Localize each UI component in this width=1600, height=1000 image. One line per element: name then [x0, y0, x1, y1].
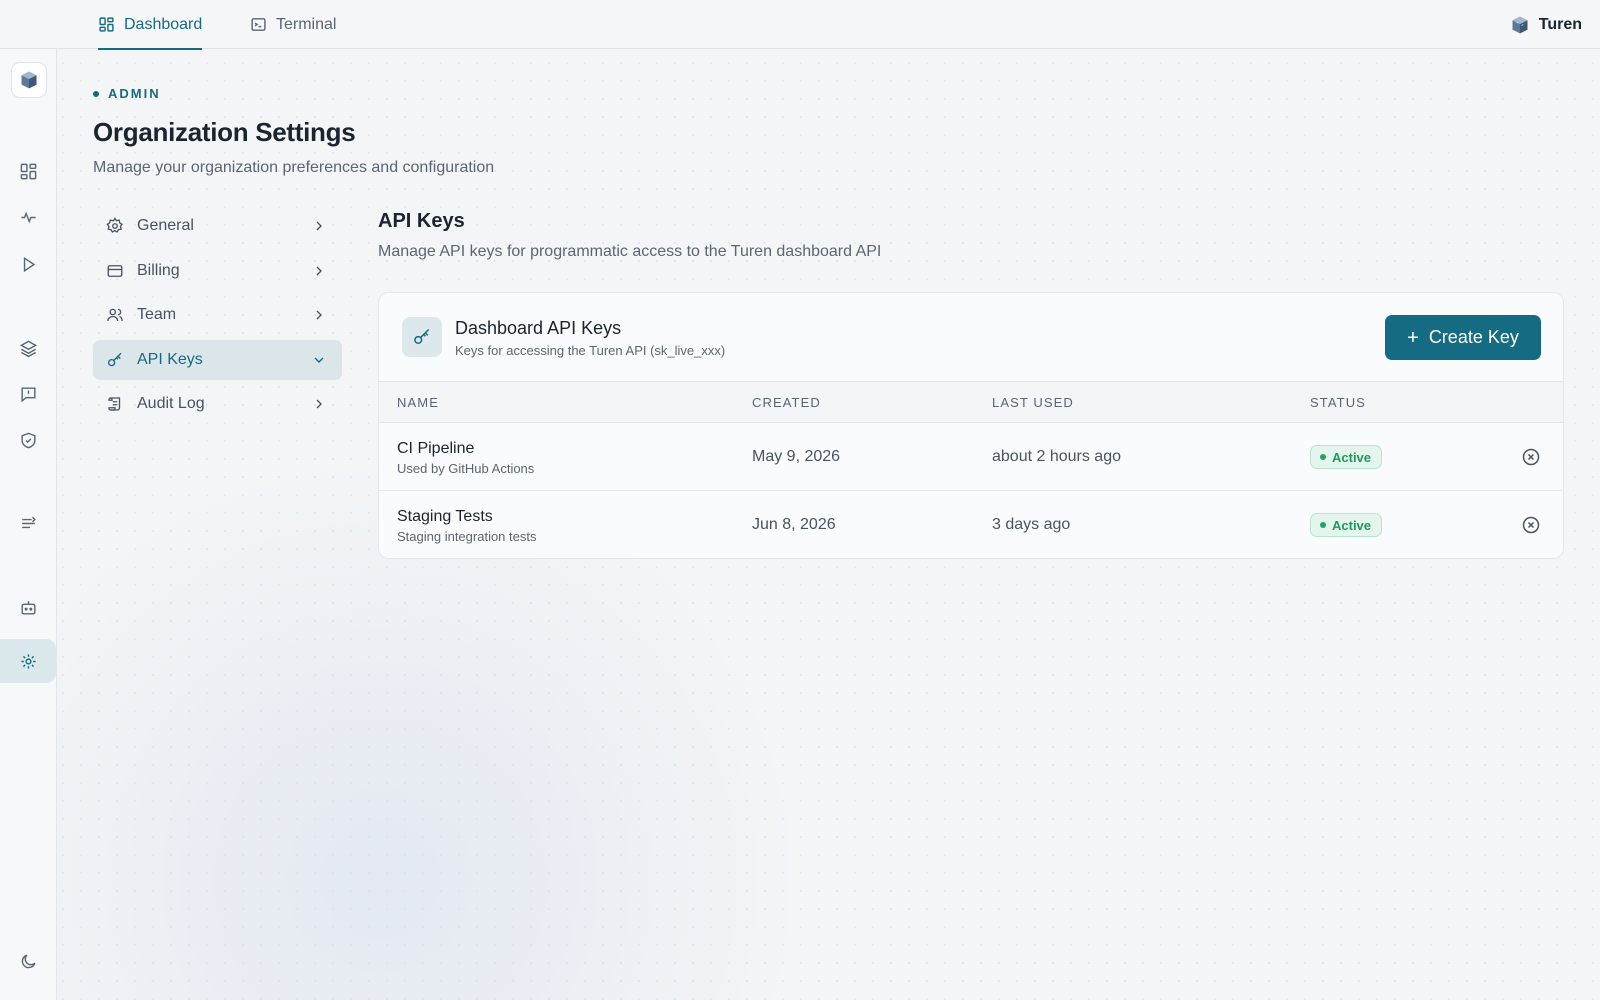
key-name: CI Pipeline: [397, 440, 475, 457]
bot-icon: [20, 600, 36, 615]
status-badge: Active: [1310, 513, 1383, 537]
settings-nav: General Billing Team API Keys Audit Log: [93, 206, 342, 429]
scroll-icon: [106, 395, 124, 413]
key-description: Used by GitHub Actions: [397, 461, 535, 476]
route-icon: [21, 516, 36, 528]
column-status: STATUS: [1310, 395, 1366, 410]
rail-security[interactable]: [0, 418, 56, 462]
cube-logo-icon: [1512, 16, 1528, 33]
shield-icon: [20, 432, 36, 448]
status-dot: [1320, 454, 1326, 460]
create-key-label: Create Key: [1428, 327, 1519, 347]
brand-name: Turen: [1538, 15, 1582, 33]
chevron-right-icon: [316, 266, 322, 275]
moon-icon: [21, 953, 36, 968]
settings-nav-billing[interactable]: Billing: [93, 251, 342, 291]
table-header: NAME CREATED LAST USED STATUS: [379, 382, 1563, 423]
rail-routing[interactable]: [0, 501, 56, 545]
play-icon: [23, 256, 35, 272]
settings-nav-audit-log[interactable]: Audit Log: [93, 384, 342, 424]
tab-label: Terminal: [276, 15, 337, 33]
eyebrow-label: ADMIN: [108, 86, 161, 101]
chevron-down-icon: [314, 357, 324, 363]
rail-dashboard[interactable]: [0, 149, 56, 193]
column-name: NAME: [397, 395, 439, 410]
card-description: Keys for accessing the Turen API (sk_liv…: [455, 343, 726, 358]
message-alert-icon: [20, 386, 36, 402]
column-last-used: LAST USED: [992, 395, 1074, 410]
key-description: Staging integration tests: [397, 529, 537, 544]
eyebrow: ADMIN: [93, 86, 161, 101]
settings-nav-label: General: [137, 217, 194, 234]
settings-nav-general[interactable]: General: [93, 206, 342, 246]
rail-activity[interactable]: [0, 195, 56, 239]
key-last-used: 3 days ago: [992, 516, 1071, 533]
revoke-x-circle-icon[interactable]: [1521, 447, 1541, 467]
terminal-icon: [251, 18, 266, 31]
settings-nav-api-keys[interactable]: API Keys: [93, 339, 342, 380]
brand[interactable]: Turen: [1510, 0, 1582, 49]
card-header: Dashboard API Keys Keys for accessing th…: [379, 293, 1563, 382]
cube-logo-icon: [21, 71, 37, 89]
create-key-button[interactable]: + Create Key: [1385, 315, 1541, 360]
table-row[interactable]: Staging Tests Staging integration tests …: [379, 491, 1563, 558]
top-bar: Dashboard Terminal Turen: [0, 0, 1600, 50]
card-title: Dashboard API Keys: [455, 318, 622, 338]
icon-rail: [0, 49, 57, 1000]
tab-terminal[interactable]: Terminal: [250, 0, 336, 49]
credit-card-icon: [106, 262, 124, 280]
rail-runs[interactable]: [0, 242, 56, 286]
settings-nav-label: Billing: [137, 261, 180, 279]
activity-icon: [20, 211, 36, 223]
key-created: Jun 8, 2026: [752, 516, 836, 533]
section-title: API Keys: [378, 210, 465, 232]
page-title: Organization Settings: [93, 117, 356, 147]
revoke-x-circle-icon[interactable]: [1521, 515, 1541, 535]
page-subtitle: Manage your organization preferences and…: [93, 159, 495, 176]
status-badge: Active: [1310, 445, 1383, 469]
gear-icon: [106, 217, 124, 235]
status-label: Active: [1332, 449, 1372, 465]
rail-bots[interactable]: [0, 585, 56, 629]
settings-nav-team[interactable]: Team: [93, 295, 342, 335]
status-label: Active: [1332, 517, 1372, 533]
key-last-used: about 2 hours ago: [992, 448, 1121, 465]
column-created: CREATED: [752, 395, 821, 410]
key-icon: [106, 351, 124, 369]
theme-toggle[interactable]: [0, 939, 56, 983]
table-row[interactable]: CI Pipeline Used by GitHub Actions May 9…: [379, 423, 1563, 491]
rail-settings[interactable]: [0, 639, 56, 683]
section-subtitle: Manage API keys for programmatic access …: [378, 243, 882, 260]
chevron-right-icon: [316, 310, 322, 320]
chevron-right-icon: [316, 221, 322, 231]
status-dot: [1320, 522, 1326, 528]
plus-icon: +: [1407, 326, 1419, 349]
settings-nav-label: Audit Log: [137, 395, 205, 412]
rail-logo[interactable]: [11, 62, 47, 98]
users-icon: [106, 306, 124, 324]
key-created: May 9, 2026: [752, 448, 841, 465]
tab-label: Dashboard: [124, 15, 203, 33]
key-name: Staging Tests: [397, 508, 493, 525]
settings-nav-label: Team: [137, 306, 177, 323]
layers-icon: [19, 340, 37, 357]
rail-layers[interactable]: [0, 326, 56, 370]
api-keys-card: Dashboard API Keys Keys for accessing th…: [378, 292, 1564, 559]
dashboard-icon: [99, 17, 114, 32]
rail-messages[interactable]: [0, 372, 56, 416]
settings-nav-label: API Keys: [137, 350, 203, 368]
eyebrow-dot: [93, 90, 99, 97]
settings-sun-icon: [20, 653, 36, 669]
dashboard-icon: [20, 163, 36, 179]
chevron-right-icon: [316, 399, 322, 409]
tab-dashboard[interactable]: Dashboard: [98, 0, 203, 50]
key-icon: [402, 317, 442, 357]
